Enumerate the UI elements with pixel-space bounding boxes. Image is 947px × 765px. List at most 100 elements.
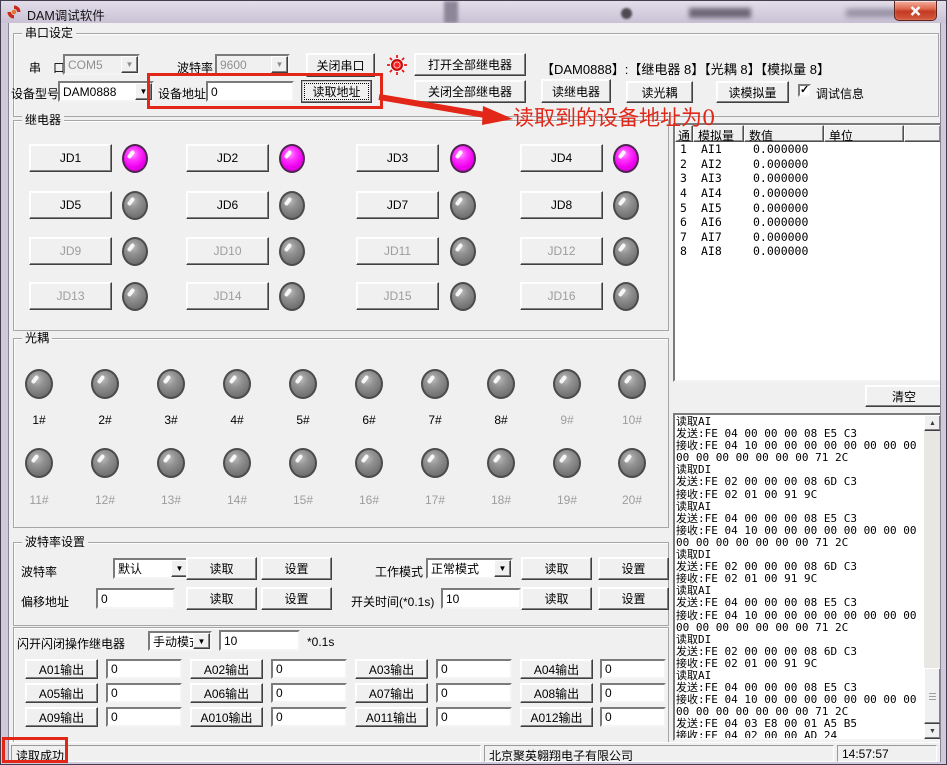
output-input-a05[interactable] [106, 683, 182, 703]
opto-label-6: 6# [355, 413, 383, 427]
table-row[interactable]: 7 AI7 0.000000 [675, 230, 941, 245]
output-input-a07[interactable] [436, 683, 512, 703]
relay-button-jd15[interactable]: JD15 [356, 282, 439, 310]
opto-light-9 [553, 369, 581, 399]
offset-address-input[interactable] [96, 588, 175, 609]
title-bar: DAM调试软件 [1, 1, 947, 23]
relay-light-jd6 [279, 191, 305, 220]
output-input-a02[interactable] [271, 659, 347, 679]
read-relay-button[interactable]: 读继电器 [541, 79, 611, 103]
scrollbar-up-button[interactable]: ▲ [924, 415, 941, 431]
output-button-a02[interactable]: A02输出 [190, 659, 263, 679]
switch-time-read-button[interactable]: 读取 [521, 587, 592, 610]
output-input-a06[interactable] [271, 683, 347, 703]
chevron-down-icon[interactable]: ▼ [135, 83, 152, 100]
opto-label-13: 13# [157, 493, 185, 507]
table-row[interactable]: 4 AI4 0.000000 [675, 186, 941, 201]
port-select[interactable]: COM5 ▼ [63, 54, 140, 75]
baud-set-button[interactable]: 设置 [261, 557, 332, 580]
output-input-a04[interactable] [600, 659, 666, 679]
baud-rate-select[interactable]: 默认 ▼ [113, 558, 190, 579]
output-button-a04[interactable]: A04输出 [520, 659, 593, 679]
relay-button-jd8[interactable]: JD8 [520, 191, 603, 219]
relay-button-jd13[interactable]: JD13 [29, 282, 112, 310]
relay-button-jd3[interactable]: JD3 [356, 144, 439, 172]
relay-button-jd16[interactable]: JD16 [520, 282, 603, 310]
offset-set-button[interactable]: 设置 [261, 587, 332, 610]
output-button-a05[interactable]: A05输出 [25, 683, 98, 703]
table-row[interactable]: 8 AI8 0.000000 [675, 244, 941, 259]
output-button-a011[interactable]: A011输出 [355, 707, 428, 727]
scrollbar-thumb[interactable] [924, 668, 941, 724]
debug-info-checkbox[interactable]: ✓ [798, 84, 811, 97]
work-mode-select[interactable]: 正常模式 ▼ [426, 558, 513, 579]
debug-info-label: 调试信息 [816, 85, 864, 102]
chevron-down-icon[interactable]: ▼ [193, 633, 210, 649]
device-address-input[interactable] [206, 81, 294, 102]
relay-button-jd2[interactable]: JD2 [186, 144, 269, 172]
log-output[interactable]: 读取AI 发送:FE 04 00 00 00 08 E5 C3 接收:FE 04… [676, 416, 923, 738]
relay-button-jd9[interactable]: JD9 [29, 237, 112, 265]
close-button[interactable] [894, 1, 937, 21]
chevron-down-icon[interactable]: ▼ [494, 560, 511, 577]
offset-read-button[interactable]: 读取 [186, 587, 257, 610]
read-analog-button[interactable]: 读模拟量 [716, 81, 789, 103]
table-header-cell[interactable]: 单位 [824, 125, 904, 142]
output-button-a07[interactable]: A07输出 [355, 683, 428, 703]
chevron-down-icon[interactable]: ▼ [271, 56, 288, 73]
relay-button-jd14[interactable]: JD14 [186, 282, 269, 310]
opto-label-3: 3# [157, 413, 185, 427]
table-row[interactable]: 5 AI5 0.000000 [675, 200, 941, 215]
table-header-cell[interactable] [904, 125, 941, 142]
output-button-a08[interactable]: A08输出 [520, 683, 593, 703]
baud-select[interactable]: 9600 ▼ [215, 54, 290, 75]
flash-time-input[interactable] [219, 630, 300, 651]
table-row[interactable]: 1 AI1 0.000000 [675, 142, 941, 157]
relay-button-jd11[interactable]: JD11 [356, 237, 439, 265]
output-input-a012[interactable] [600, 707, 666, 727]
chevron-down-icon[interactable]: ▼ [121, 56, 138, 73]
output-input-a03[interactable] [436, 659, 512, 679]
output-input-a010[interactable] [271, 707, 347, 727]
opto-light-15 [289, 448, 317, 478]
flash-time-unit-label: *0.1s [307, 635, 334, 649]
close-port-button[interactable]: 关闭串口 [306, 53, 375, 77]
read-opto-button[interactable]: 读光耦 [626, 81, 693, 103]
output-input-a011[interactable] [436, 707, 512, 727]
baud-read-button[interactable]: 读取 [186, 557, 257, 580]
switch-time-input[interactable] [441, 588, 521, 609]
output-button-a01[interactable]: A01输出 [25, 659, 98, 679]
switch-time-set-button[interactable]: 设置 [598, 587, 669, 610]
output-button-a06[interactable]: A06输出 [190, 683, 263, 703]
close-all-relays-button[interactable]: 关闭全部继电器 [414, 80, 526, 103]
table-header-cell[interactable]: 数值 [744, 125, 824, 142]
work-mode-set-button[interactable]: 设置 [598, 557, 669, 580]
output-button-a09[interactable]: A09输出 [25, 707, 98, 727]
work-mode-read-button[interactable]: 读取 [521, 557, 592, 580]
read-address-button[interactable]: 读取地址 [301, 80, 372, 103]
relay-button-jd12[interactable]: JD12 [520, 237, 603, 265]
relay-button-jd7[interactable]: JD7 [356, 191, 439, 219]
output-button-a03[interactable]: A03输出 [355, 659, 428, 679]
table-row[interactable]: 6 AI6 0.000000 [675, 215, 941, 230]
relay-button-jd1[interactable]: JD1 [29, 144, 112, 172]
output-input-a01[interactable] [106, 659, 182, 679]
opto-label-5: 5# [289, 413, 317, 427]
scrollbar-down-button[interactable]: ▼ [924, 723, 941, 739]
device-model-select[interactable]: DAM0888 ▼ [58, 81, 154, 102]
relay-button-jd5[interactable]: JD5 [29, 191, 112, 219]
output-input-a09[interactable] [106, 707, 182, 727]
table-row[interactable]: 2 AI2 0.000000 [675, 157, 941, 172]
relay-light-jd12 [613, 237, 639, 266]
output-button-a010[interactable]: A010输出 [190, 707, 263, 727]
output-input-a08[interactable] [600, 683, 666, 703]
relay-button-jd6[interactable]: JD6 [186, 191, 269, 219]
log-scrollbar[interactable]: ▲ ▼ [924, 415, 941, 739]
relay-button-jd10[interactable]: JD10 [186, 237, 269, 265]
relay-button-jd4[interactable]: JD4 [520, 144, 603, 172]
output-button-a012[interactable]: A012输出 [520, 707, 593, 727]
open-all-relays-button[interactable]: 打开全部继电器 [414, 53, 526, 76]
flash-mode-select[interactable]: 手动模式 ▼ [148, 631, 212, 651]
clear-log-button[interactable]: 清空 [865, 385, 941, 407]
table-row[interactable]: 3 AI3 0.000000 [675, 171, 941, 186]
